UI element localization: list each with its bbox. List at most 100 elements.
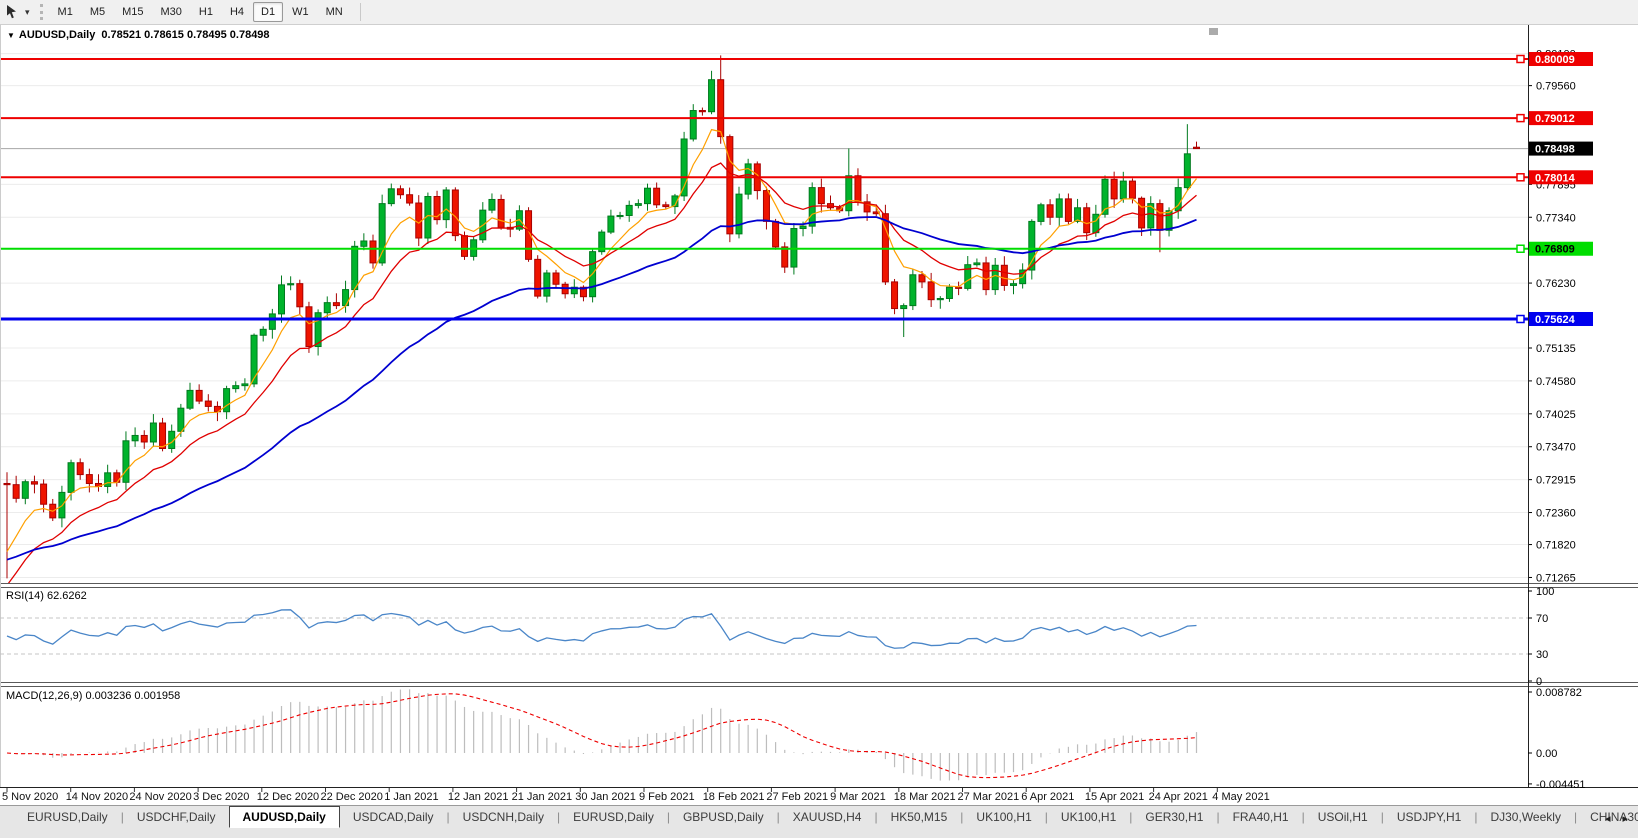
chart-shift-marker[interactable] [1209,28,1218,35]
candle-body [645,188,651,203]
price-chart-canvas[interactable]: 0.801000.795600.778950.773400.762300.751… [0,0,1638,805]
timeframe-button-m30[interactable]: M30 [153,2,190,22]
price-axis-label: 0.77340 [1536,212,1576,224]
chart-tab[interactable]: USOil,H1 [1305,806,1381,827]
candle-body [928,282,934,300]
chart-tab[interactable]: GER30,H1 [1132,806,1216,827]
candle-body [800,226,806,228]
cursor-tool-dropdown-icon[interactable]: ▾ [21,5,34,20]
candle-body [489,199,495,210]
candle-body [608,216,614,232]
price-axis-label: 0.74580 [1536,376,1576,388]
time-axis-label: 22 Dec 2020 [321,791,383,803]
candle-body [379,204,385,263]
timeframe-button-m15[interactable]: M15 [114,2,151,22]
chart-tab[interactable]: EURUSD,Daily [14,806,121,827]
candle-body [992,265,998,289]
candle-body [635,204,641,206]
candle-body [1120,181,1126,199]
candle-body [1184,154,1190,188]
candle-body [416,203,422,238]
chart-tab[interactable]: GBPUSD,Daily [670,806,777,827]
candles-layer [4,55,1200,578]
candle-body [1065,199,1071,222]
candle-body [773,221,779,246]
candle-body [855,176,861,202]
chart-tab[interactable]: UK100,H1 [1048,806,1129,827]
toolbar-separator [360,3,361,21]
timeframe-button-m1[interactable]: M1 [50,2,81,22]
candle-body [123,441,129,483]
candle-body [1047,205,1053,217]
chart-tab[interactable]: AUDUSD,Daily [229,806,340,828]
timeframe-button-w1[interactable]: W1 [284,2,317,22]
candle-body [1111,179,1117,199]
timeframe-button-h1[interactable]: H1 [191,2,221,22]
chart-tab[interactable]: USDCNH,Daily [450,806,557,827]
chart-tab[interactable]: HK50,M15 [878,806,961,827]
candle-body [269,314,275,329]
cursor-tool-group: ▾ [0,4,34,20]
chart-tab[interactable]: EURUSD,Daily [560,806,667,827]
time-axis-label: 1 Jan 2021 [384,791,438,803]
level-line-handle[interactable] [1517,245,1524,252]
level-line-handle[interactable] [1517,174,1524,181]
chart-tab[interactable]: XAUUSD,H4 [780,806,875,827]
tabs-scroll-right-icon[interactable]: ▸ [1616,810,1634,827]
candle-body [224,389,230,412]
time-axis-label: 3 Dec 2020 [193,791,249,803]
macd-axis-label: -0.004451 [1536,779,1586,791]
candle-body [782,247,788,267]
candle-body [763,191,769,222]
price-axis-label: 0.71820 [1536,540,1576,552]
level-price-box-label: 0.78014 [1535,172,1576,184]
candle-body [251,335,257,384]
candle-body [160,423,166,448]
chart-tab[interactable]: UK100,H1 [963,806,1044,827]
chart-tab[interactable]: FRA40,H1 [1220,806,1302,827]
level-line-handle[interactable] [1517,56,1524,63]
macd-axis-label: 0.00 [1536,748,1557,760]
candle-body [279,285,285,314]
candle-body [77,463,83,475]
candle-body [617,215,623,216]
chart-tab[interactable]: USDCAD,Daily [340,806,447,827]
chart-tab[interactable]: USDJPY,H1 [1384,806,1474,827]
timeframe-button-mn[interactable]: MN [318,2,351,22]
candle-body [114,473,120,482]
time-axis-label: 4 May 2021 [1212,791,1269,803]
candle-body [1029,221,1035,270]
price-axis-label: 0.71265 [1536,572,1576,584]
candle-body [690,111,696,139]
level-line-handle[interactable] [1517,115,1524,122]
chart-tab[interactable]: USDCHF,Daily [124,806,229,827]
tabs-scroll-left-icon[interactable]: ◂ [1599,810,1617,827]
candle-body [626,205,632,215]
candle-body [443,190,449,220]
candle-body [178,408,184,431]
candle-body [205,401,211,406]
candle-body [352,246,358,289]
candle-body [407,195,413,203]
chart-dropdown-icon[interactable]: ▼ [7,31,15,40]
candle-body [1056,199,1062,217]
timeframe-button-m5[interactable]: M5 [82,2,113,22]
rsi-indicator-label: RSI(14) 62.6262 [6,590,87,602]
timeframe-button-d1[interactable]: D1 [253,2,283,22]
candle-body [141,435,147,442]
candle-body [196,390,202,401]
macd-histogram [7,689,1197,780]
timeframe-button-h4[interactable]: H4 [222,2,252,22]
candle-body [452,190,458,236]
rsi-axis-label: 100 [1536,586,1554,598]
time-axis-label: 18 Feb 2021 [703,791,765,803]
rsi-line [7,610,1197,648]
candle-body [654,188,660,205]
candle-body [727,137,733,234]
level-line-handle[interactable] [1517,316,1524,323]
chart-tab[interactable]: DJ30,Weekly [1477,806,1573,827]
candle-body [946,287,952,298]
rsi-axis-label: 30 [1536,649,1548,661]
cursor-tool-icon[interactable] [5,4,21,20]
candle-body [901,306,907,309]
